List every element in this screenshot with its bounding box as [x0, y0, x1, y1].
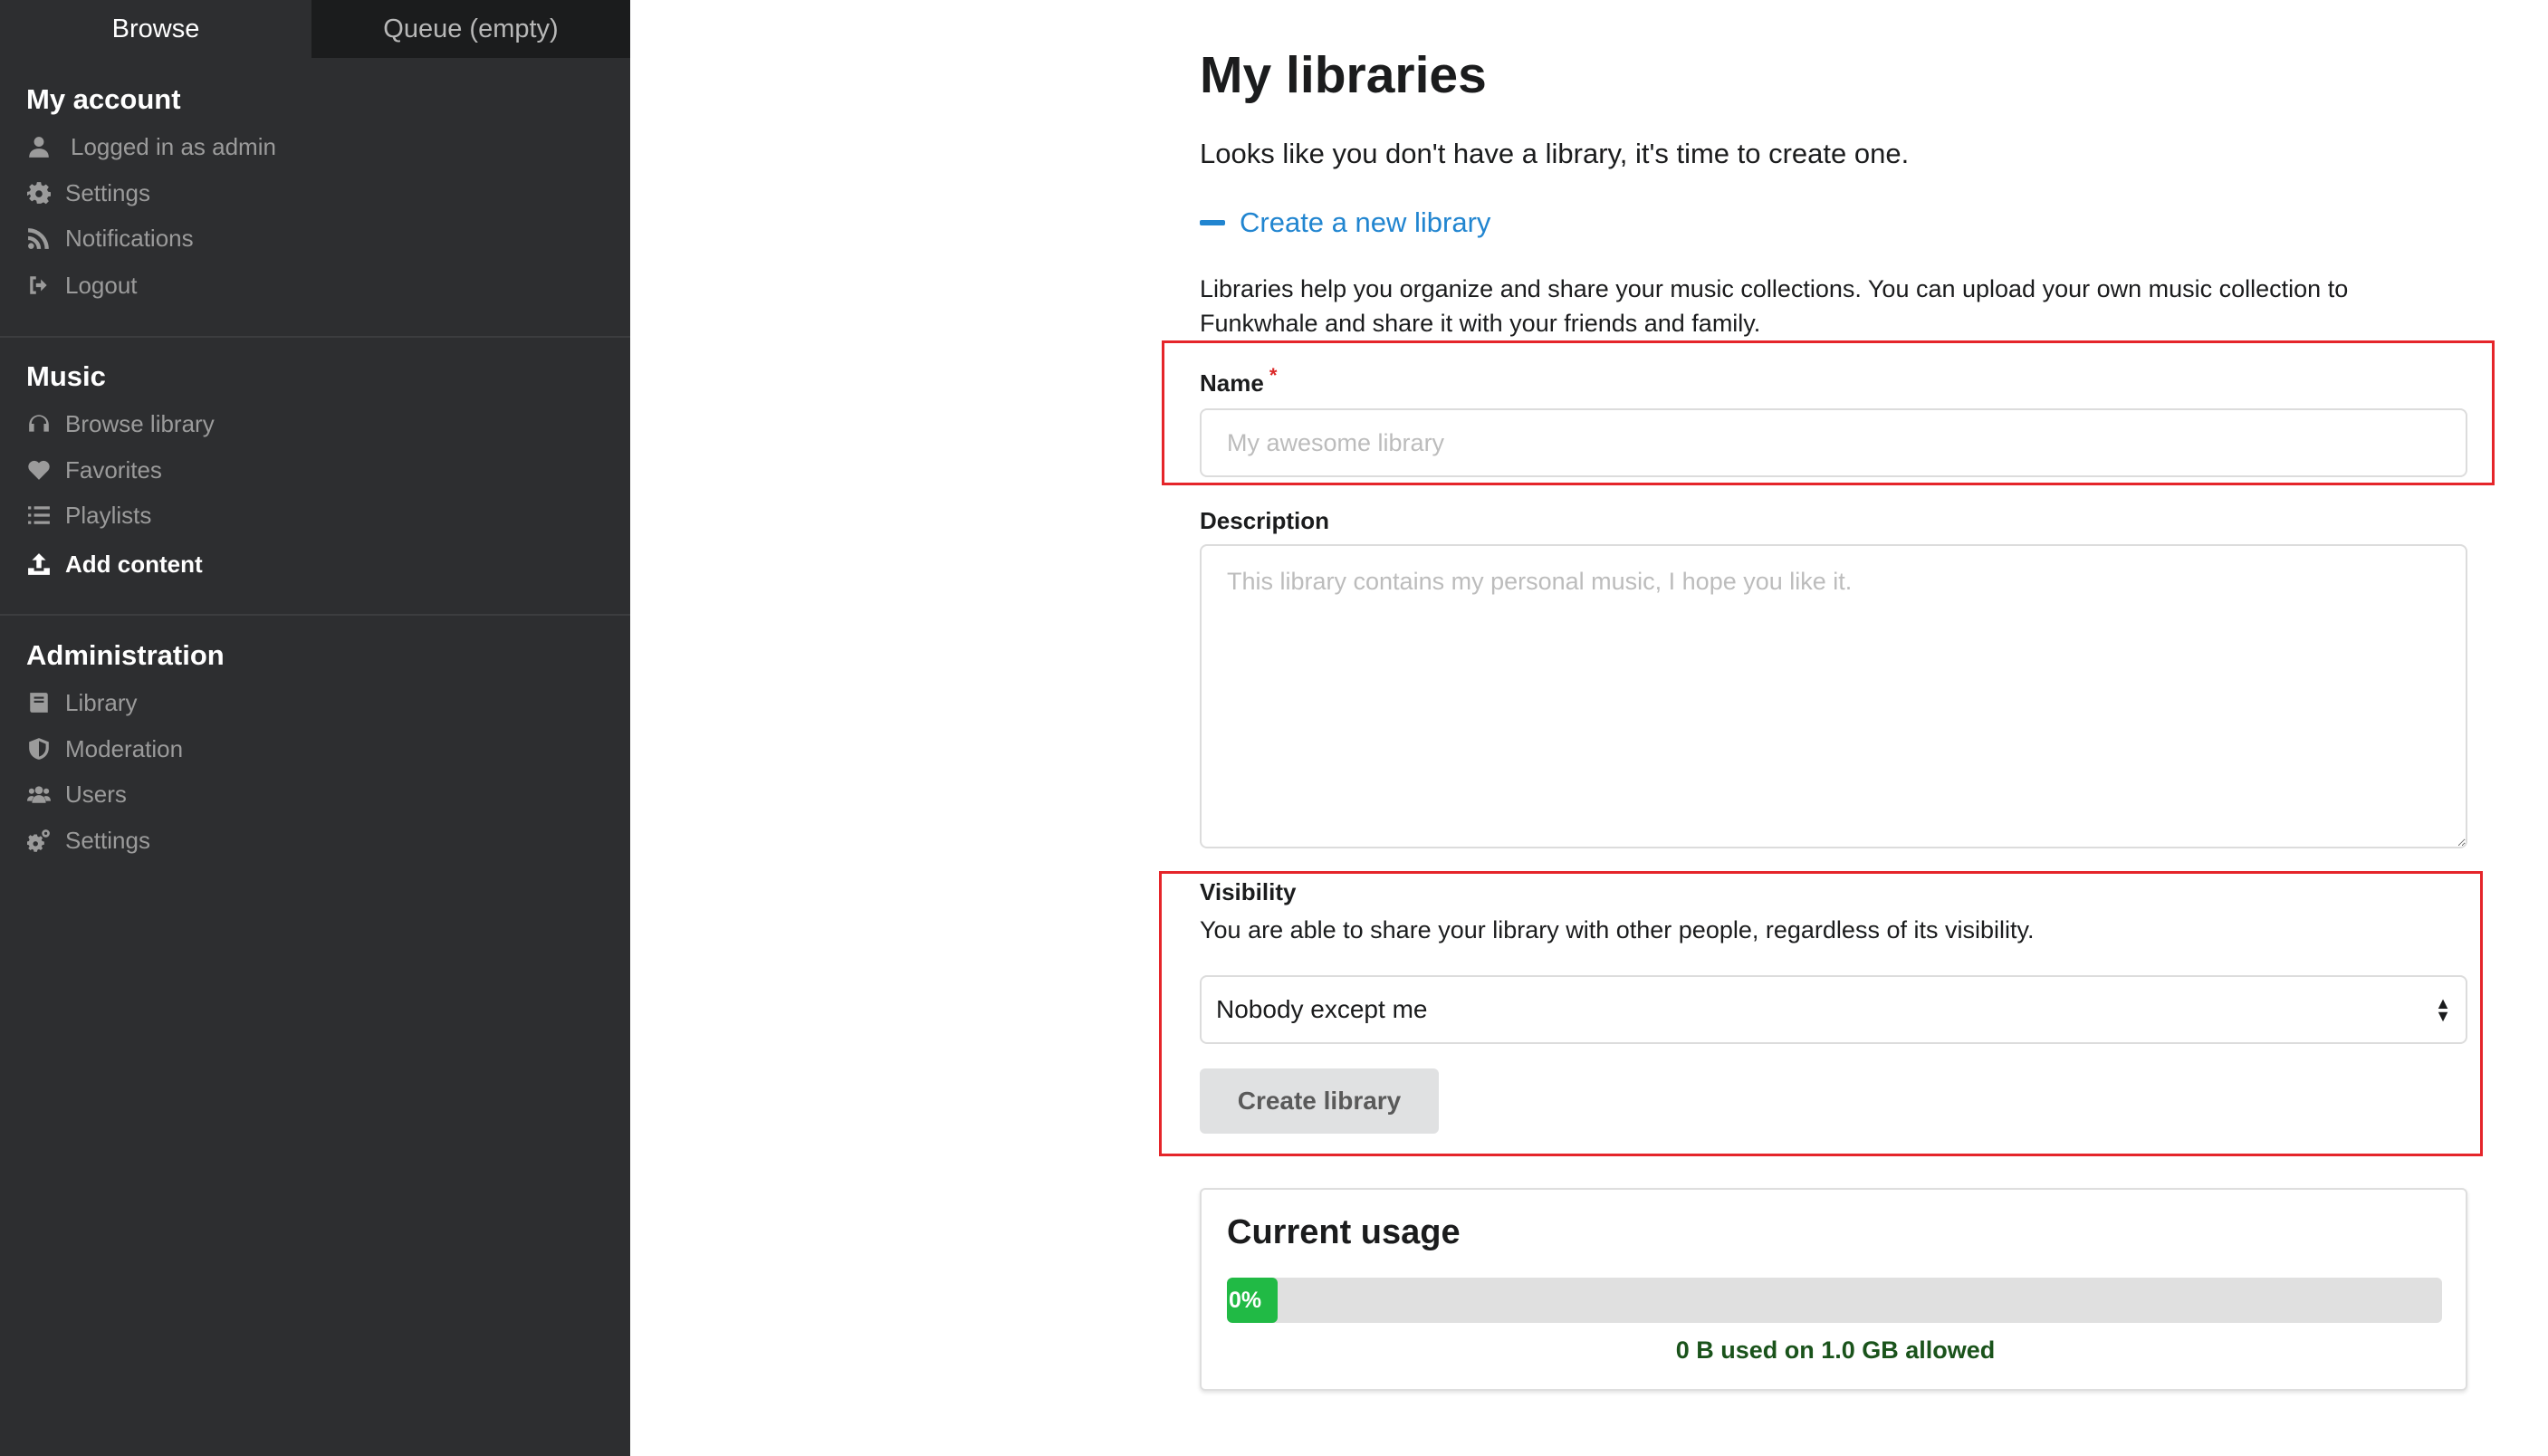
sidebar-item-logged-in[interactable]: Logged in as admin [26, 129, 276, 165]
sidebar-item-label: Library [65, 688, 138, 716]
sidebar-item-label: Settings [65, 178, 150, 206]
sidebar-divider [0, 614, 630, 616]
heart-icon [26, 457, 52, 483]
headphones-icon [26, 411, 52, 436]
user-icon [26, 134, 52, 159]
section-title-music: Music [26, 360, 106, 392]
usage-progress-bar: 0% [1227, 1278, 2442, 1323]
name-label: Name * [1200, 364, 1277, 398]
sidebar-item-add-content[interactable]: Add content [26, 546, 203, 582]
sidebar-item-browse-library[interactable]: Browse library [26, 406, 215, 442]
visibility-select[interactable]: Nobody except me ▲ ▼ [1200, 975, 2467, 1044]
visibility-selected-value: Nobody except me [1216, 995, 1428, 1023]
upload-icon [26, 551, 52, 577]
create-library-toggle[interactable]: Create a new library [1200, 206, 1490, 239]
tab-browse[interactable]: Browse [0, 0, 311, 58]
sidebar-item-label: Users [65, 780, 127, 808]
usage-percent-label: 0% [1229, 1287, 1262, 1313]
sidebar-item-moderation[interactable]: Moderation [26, 731, 183, 767]
usage-progress-fill: 0% [1227, 1278, 1278, 1323]
book-icon [26, 690, 52, 715]
page-title: My libraries [1200, 46, 1487, 104]
minus-icon [1200, 220, 1225, 225]
description-label: Description [1200, 507, 1330, 534]
usage-summary: 0 B used on 1.0 GB allowed [1675, 1336, 1996, 1364]
description-textarea[interactable] [1200, 544, 2467, 848]
sidebar-divider [0, 336, 630, 338]
required-marker: * [1269, 364, 1278, 387]
users-icon [26, 781, 52, 807]
intro-text: Looks like you don't have a library, it'… [1200, 138, 1910, 169]
sidebar-item-label: Favorites [65, 455, 162, 484]
gears-icon [26, 828, 52, 853]
sign-out-icon [26, 273, 52, 298]
sidebar-item-label: Notifications [65, 224, 194, 252]
rss-icon [26, 225, 52, 251]
name-input[interactable] [1200, 408, 2467, 477]
sidebar-item-label: Settings [65, 826, 150, 854]
section-title-my-account: My account [26, 83, 181, 115]
select-arrows-icon: ▲ ▼ [2435, 994, 2451, 1025]
sidebar-item-logout[interactable]: Logout [26, 267, 138, 303]
sidebar-item-admin-settings[interactable]: Settings [26, 822, 150, 858]
sidebar-item-label: Add content [65, 550, 203, 578]
sidebar-item-admin-library[interactable]: Library [26, 685, 137, 721]
tab-queue[interactable]: Queue (empty) [311, 0, 630, 58]
sidebar-item-users[interactable]: Users [26, 776, 127, 812]
sidebar-tabs: Browse Queue (empty) [0, 0, 630, 58]
libraries-description: Libraries help you organize and share yo… [1200, 275, 2349, 337]
create-library-button[interactable]: Create library [1200, 1068, 1439, 1134]
sidebar-item-label: Logout [65, 271, 138, 299]
visibility-label: Visibility [1200, 878, 1297, 905]
usage-title: Current usage [1227, 1213, 1461, 1251]
sidebar-item-favorites[interactable]: Favorites [26, 452, 162, 488]
sidebar-item-label: Moderation [65, 734, 184, 762]
sidebar-item-settings[interactable]: Settings [26, 175, 150, 211]
sidebar-item-label: Logged in as admin [71, 132, 276, 160]
name-label-text: Name [1200, 369, 1264, 397]
shield-icon [26, 736, 52, 762]
create-library-toggle-label: Create a new library [1240, 206, 1491, 238]
gear-icon [26, 180, 52, 206]
sidebar: Browse Queue (empty) My account Logged i… [0, 0, 630, 1456]
section-title-administration: Administration [26, 639, 225, 671]
sidebar-item-label: Playlists [65, 501, 152, 529]
sidebar-item-label: Browse library [65, 409, 215, 437]
sidebar-item-playlists[interactable]: Playlists [26, 497, 151, 533]
sidebar-item-notifications[interactable]: Notifications [26, 220, 194, 256]
current-usage-card: Current usage 0% 0 B used on 1.0 GB allo… [1200, 1188, 2467, 1391]
visibility-help-text: You are able to share your library with … [1200, 916, 2035, 944]
list-icon [26, 503, 52, 528]
